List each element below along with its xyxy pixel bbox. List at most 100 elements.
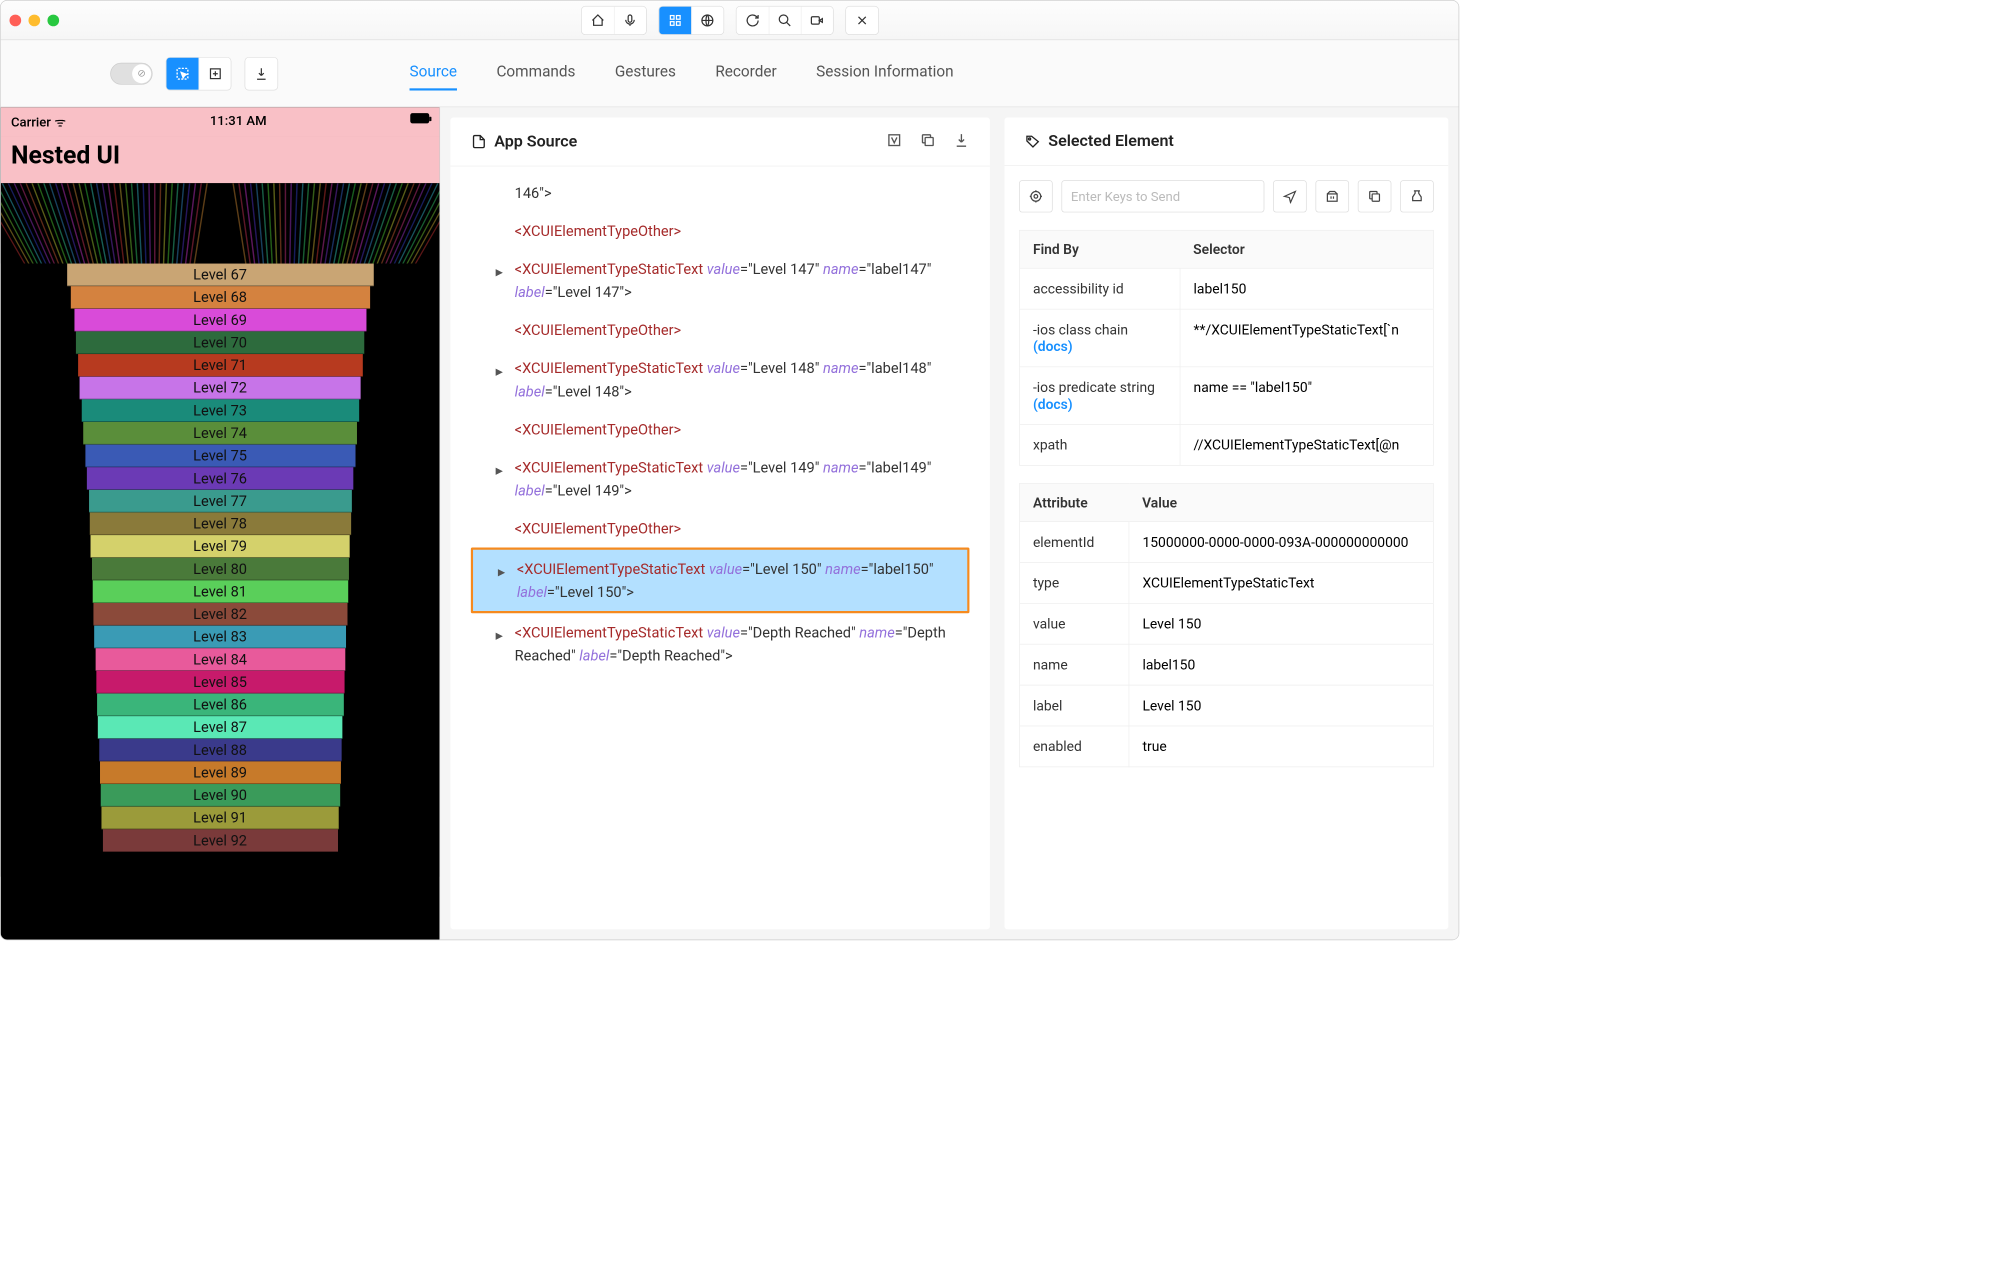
level-row[interactable]: Level 70 [76, 331, 364, 354]
level-row[interactable]: Level 75 [85, 445, 355, 468]
mjpeg-toggle[interactable]: ⊘ [110, 62, 152, 84]
send-keys-input[interactable] [1061, 180, 1264, 212]
source-node-other[interactable]: <XCUIElementTypeOther> [471, 311, 970, 349]
selector-header: Selector [1180, 230, 1433, 268]
docs-link[interactable]: (docs) [1033, 396, 1073, 413]
level-row[interactable]: Level 92 [103, 829, 338, 852]
copy-attrs-button[interactable] [1358, 180, 1392, 212]
source-node-static-text[interactable]: ▸<XCUIElementTypeStaticText value="Level… [471, 250, 970, 311]
table-row[interactable]: labelLevel 150 [1019, 685, 1433, 726]
level-row[interactable]: Level 78 [89, 512, 350, 535]
tab-source[interactable]: Source [410, 56, 458, 90]
findby-header: Find By [1019, 230, 1180, 268]
level-row[interactable]: Level 76 [87, 467, 353, 490]
copy-xml-button[interactable] [920, 132, 936, 151]
table-row[interactable]: accessibility idlabel150 [1019, 268, 1433, 309]
app-source-panel: App Source 146"> <XCUIElementTypeOther>▸… [450, 118, 989, 930]
wifi-icon: ᯤ [54, 115, 66, 130]
level-row[interactable]: Level 81 [92, 580, 348, 603]
level-row[interactable]: Level 72 [80, 377, 361, 400]
tab-gestures[interactable]: Gestures [615, 56, 676, 90]
device-statusbar: Carrier ᯤ 11:31 AM [1, 107, 440, 136]
level-row[interactable]: Level 84 [95, 648, 345, 671]
tag-icon [1025, 133, 1041, 149]
search-button[interactable] [768, 6, 800, 34]
refresh-button[interactable] [736, 6, 768, 34]
level-row[interactable]: Level 89 [100, 761, 341, 784]
tab-session-info[interactable]: Session Information [816, 56, 953, 90]
docs-link[interactable]: (docs) [1033, 338, 1073, 355]
record-button[interactable] [800, 6, 832, 34]
source-tree[interactable]: 146"> <XCUIElementTypeOther>▸<XCUIElemen… [450, 166, 989, 929]
level-row[interactable]: Level 91 [101, 807, 338, 830]
quit-button[interactable] [846, 6, 878, 34]
level-row[interactable]: Level 80 [92, 558, 349, 581]
table-row[interactable]: typeXCUIElementTypeStaticText [1019, 562, 1433, 603]
level-row[interactable]: Level 69 [74, 309, 366, 332]
close-window-button[interactable] [9, 14, 21, 26]
get-timing-button[interactable] [1400, 180, 1434, 212]
attribute-header: Attribute [1019, 484, 1129, 522]
level-row[interactable]: Level 85 [96, 671, 344, 694]
app-title: Nested UI [11, 141, 429, 170]
tab-commands[interactable]: Commands [496, 56, 575, 90]
level-row[interactable]: Level 67 [67, 264, 374, 287]
table-row[interactable]: xpath//XCUIElementTypeStaticText[@n [1019, 424, 1433, 465]
table-row[interactable]: elementId15000000-0000-0000-093A-0000000… [1019, 522, 1433, 563]
home-button[interactable] [581, 6, 613, 34]
secondary-toolbar: ⊘ Source Commands Gestures Recorder Sess… [1, 40, 1459, 107]
source-node-static-text[interactable]: ▸<XCUIElementTypeStaticText value="Level… [471, 548, 970, 614]
table-row[interactable]: valueLevel 150 [1019, 603, 1433, 644]
device-clock: 11:31 AM [210, 113, 267, 131]
minimize-window-button[interactable] [28, 14, 40, 26]
selected-element-panel: Selected Element Find By Selector [1004, 118, 1448, 930]
window-titlebar [1, 1, 1459, 40]
download-xml-button[interactable] [953, 132, 969, 151]
selected-element-title: Selected Element [1048, 132, 1174, 150]
level-row[interactable]: Level 82 [93, 603, 347, 626]
send-keys-button[interactable] [1273, 180, 1307, 212]
file-icon [471, 134, 487, 150]
attribute-table: Attribute Value elementId15000000-0000-0… [1019, 483, 1434, 767]
download-screenshot-button[interactable] [245, 57, 277, 89]
tap-element-button[interactable] [1019, 180, 1053, 212]
source-node-other[interactable]: <XCUIElementTypeOther> [471, 212, 970, 250]
table-row[interactable]: -ios class chain(docs)**/XCUIElementType… [1019, 309, 1433, 367]
source-node-static-text[interactable]: ▸<XCUIElementTypeStaticText value="Level… [471, 349, 970, 410]
level-row[interactable]: Level 88 [99, 739, 341, 762]
level-row[interactable]: Level 87 [98, 716, 343, 739]
tab-recorder[interactable]: Recorder [715, 56, 776, 90]
level-row[interactable]: Level 90 [100, 784, 339, 807]
source-node-other[interactable]: <XCUIElementTypeOther> [471, 510, 970, 548]
source-node-other[interactable]: <XCUIElementTypeOther> [471, 410, 970, 448]
battery-icon [410, 113, 429, 123]
table-row[interactable]: enabledtrue [1019, 726, 1433, 767]
native-mode-button[interactable] [659, 6, 691, 34]
source-node-static-text[interactable]: ▸<XCUIElementTypeStaticText value="Depth… [471, 613, 970, 674]
toggle-attrs-button[interactable] [886, 132, 902, 151]
device-preview-panel[interactable]: Carrier ᯤ 11:31 AM Nested UI Level 67Lev… [1, 107, 440, 939]
app-source-title: App Source [494, 132, 577, 150]
source-node[interactable]: 146"> [471, 174, 970, 212]
source-node-static-text[interactable]: ▸<XCUIElementTypeStaticText value="Level… [471, 448, 970, 509]
level-row[interactable]: Level 74 [83, 422, 357, 445]
level-row[interactable]: Level 71 [78, 354, 363, 377]
find-by-table: Find By Selector accessibility idlabel15… [1019, 230, 1434, 466]
nested-levels-view[interactable]: Level 67Level 68Level 69Level 70Level 71… [1, 183, 440, 877]
level-row[interactable]: Level 77 [89, 490, 352, 513]
table-row[interactable]: namelabel150 [1019, 644, 1433, 685]
level-row[interactable]: Level 83 [94, 626, 346, 649]
web-mode-button[interactable] [691, 6, 723, 34]
main-content: Carrier ᯤ 11:31 AM Nested UI Level 67Lev… [1, 107, 1459, 939]
value-header: Value [1129, 484, 1433, 522]
maximize-window-button[interactable] [47, 14, 59, 26]
tap-coords-button[interactable] [199, 57, 231, 89]
clear-element-button[interactable] [1315, 180, 1349, 212]
level-row[interactable]: Level 73 [81, 399, 358, 422]
level-row[interactable]: Level 79 [91, 535, 350, 558]
level-row[interactable]: Level 68 [70, 286, 369, 309]
select-element-button[interactable] [166, 57, 198, 89]
mic-button[interactable] [614, 6, 646, 34]
table-row[interactable]: -ios predicate string(docs)name == "labe… [1019, 367, 1433, 425]
level-row[interactable]: Level 86 [97, 694, 344, 717]
